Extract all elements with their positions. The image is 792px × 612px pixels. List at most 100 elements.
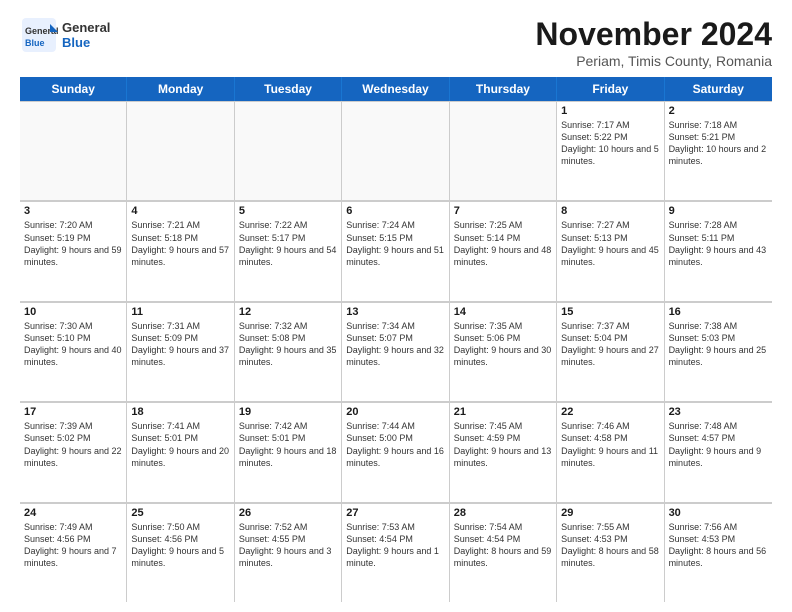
header-friday: Friday (557, 77, 664, 101)
header-monday: Monday (127, 77, 234, 101)
calendar-header: Sunday Monday Tuesday Wednesday Thursday… (20, 77, 772, 101)
location: Periam, Timis County, Romania (535, 53, 772, 69)
day-number: 7 (454, 205, 552, 217)
calendar-cell: 9 Sunrise: 7:28 AM Sunset: 5:11 PM Daylig… (665, 202, 772, 300)
calendar-body: 1 Sunrise: 7:17 AM Sunset: 5:22 PM Daylig… (20, 101, 772, 602)
day-number: 10 (24, 306, 122, 318)
day-number: 5 (239, 205, 337, 217)
day-number: 18 (131, 406, 229, 418)
calendar-cell: 24 Sunrise: 7:49 AM Sunset: 4:56 PM Dayli… (20, 504, 127, 602)
calendar-cell: 2Sunrise: 7:18 AM Sunset: 5:21 PM Daylig… (665, 102, 772, 200)
calendar-cell: 28 Sunrise: 7:54 AM Sunset: 4:54 PM Dayli… (450, 504, 557, 602)
page: General Blue General Blue November 2024 … (0, 0, 792, 612)
logo-text-area: General Blue (62, 20, 110, 50)
day-number: 9 (669, 205, 768, 217)
calendar-cell (20, 102, 127, 200)
day-info: Sunrise: 7:30 AM Sunset: 5:10 PM Dayligh… (24, 320, 122, 369)
day-info: Sunrise: 7:41 AM Sunset: 5:01 PM Dayligh… (131, 420, 229, 469)
calendar-cell: 16 Sunrise: 7:38 AM Sunset: 5:03 PM Dayli… (665, 303, 772, 401)
day-number: 15 (561, 306, 659, 318)
calendar-row-3: 10 Sunrise: 7:30 AM Sunset: 5:10 PM Dayli… (20, 302, 772, 402)
calendar-cell: 23Sunrise: 7:48 AM Sunset: 4:57 PM Dayli… (665, 403, 772, 501)
day-info: Sunrise: 7:44 AM Sunset: 5:00 PM Dayligh… (346, 420, 444, 469)
logo-icon: General Blue (20, 16, 58, 54)
header-saturday: Saturday (665, 77, 772, 101)
logo-area: General Blue General Blue (20, 16, 110, 54)
calendar-cell: 21 Sunrise: 7:45 AM Sunset: 4:59 PM Dayli… (450, 403, 557, 501)
day-number: 28 (454, 507, 552, 519)
calendar-cell: 27 Sunrise: 7:53 AM Sunset: 4:54 PM Dayli… (342, 504, 449, 602)
day-number: 4 (131, 205, 229, 217)
day-number: 29 (561, 507, 659, 519)
day-number: 24 (24, 507, 122, 519)
calendar-cell: 30Sunrise: 7:56 AM Sunset: 4:53 PM Dayli… (665, 504, 772, 602)
day-info: Sunrise: 7:46 AM Sunset: 4:58 PM Dayligh… (561, 420, 659, 469)
day-info: Sunrise: 7:53 AM Sunset: 4:54 PM Dayligh… (346, 521, 444, 570)
header-sunday: Sunday (20, 77, 127, 101)
header-thursday: Thursday (450, 77, 557, 101)
calendar-cell: 14Sunrise: 7:35 AM Sunset: 5:06 PM Dayli… (450, 303, 557, 401)
day-number: 14 (454, 306, 552, 318)
calendar-cell: 20Sunrise: 7:44 AM Sunset: 5:00 PM Dayli… (342, 403, 449, 501)
calendar-cell (235, 102, 342, 200)
logo-blue: Blue (62, 35, 90, 50)
calendar-cell: 7Sunrise: 7:25 AM Sunset: 5:14 PM Daylig… (450, 202, 557, 300)
calendar-cell: 5 Sunrise: 7:22 AM Sunset: 5:17 PM Daylig… (235, 202, 342, 300)
day-number: 17 (24, 406, 122, 418)
logo-general: General (62, 20, 110, 35)
day-number: 21 (454, 406, 552, 418)
calendar-cell (127, 102, 234, 200)
calendar-cell: 29 Sunrise: 7:55 AM Sunset: 4:53 PM Dayli… (557, 504, 664, 602)
day-number: 19 (239, 406, 337, 418)
calendar-cell: 22 Sunrise: 7:46 AM Sunset: 4:58 PM Dayli… (557, 403, 664, 501)
day-info: Sunrise: 7:39 AM Sunset: 5:02 PM Dayligh… (24, 420, 122, 469)
day-info: Sunrise: 7:54 AM Sunset: 4:54 PM Dayligh… (454, 521, 552, 570)
calendar-cell: 8Sunrise: 7:27 AM Sunset: 5:13 PM Daylig… (557, 202, 664, 300)
day-info: Sunrise: 7:56 AM Sunset: 4:53 PM Dayligh… (669, 521, 768, 570)
month-title: November 2024 (535, 16, 772, 53)
day-info: Sunrise: 7:20 AM Sunset: 5:19 PM Dayligh… (24, 219, 122, 268)
day-number: 23 (669, 406, 768, 418)
calendar-cell (342, 102, 449, 200)
day-info: Sunrise: 7:42 AM Sunset: 5:01 PM Dayligh… (239, 420, 337, 469)
calendar-row-2: 3Sunrise: 7:20 AM Sunset: 5:19 PM Daylig… (20, 201, 772, 301)
header-wednesday: Wednesday (342, 77, 449, 101)
calendar-row-5: 24 Sunrise: 7:49 AM Sunset: 4:56 PM Dayli… (20, 503, 772, 602)
calendar-cell: 11Sunrise: 7:31 AM Sunset: 5:09 PM Dayli… (127, 303, 234, 401)
header: General Blue General Blue November 2024 … (20, 16, 772, 69)
day-info: Sunrise: 7:17 AM Sunset: 5:22 PM Dayligh… (561, 119, 659, 168)
day-info: Sunrise: 7:37 AM Sunset: 5:04 PM Dayligh… (561, 320, 659, 369)
calendar-cell: 13Sunrise: 7:34 AM Sunset: 5:07 PM Dayli… (342, 303, 449, 401)
title-area: November 2024 Periam, Timis County, Roma… (535, 16, 772, 69)
day-number: 25 (131, 507, 229, 519)
day-info: Sunrise: 7:24 AM Sunset: 5:15 PM Dayligh… (346, 219, 444, 268)
calendar-cell: 3Sunrise: 7:20 AM Sunset: 5:19 PM Daylig… (20, 202, 127, 300)
day-info: Sunrise: 7:49 AM Sunset: 4:56 PM Dayligh… (24, 521, 122, 570)
svg-text:Blue: Blue (25, 38, 45, 48)
header-tuesday: Tuesday (235, 77, 342, 101)
calendar-cell: 1 Sunrise: 7:17 AM Sunset: 5:22 PM Daylig… (557, 102, 664, 200)
calendar-row-4: 17 Sunrise: 7:39 AM Sunset: 5:02 PM Dayli… (20, 402, 772, 502)
day-number: 2 (669, 105, 768, 117)
day-info: Sunrise: 7:31 AM Sunset: 5:09 PM Dayligh… (131, 320, 229, 369)
day-info: Sunrise: 7:38 AM Sunset: 5:03 PM Dayligh… (669, 320, 768, 369)
calendar: Sunday Monday Tuesday Wednesday Thursday… (20, 77, 772, 602)
day-info: Sunrise: 7:22 AM Sunset: 5:17 PM Dayligh… (239, 219, 337, 268)
calendar-cell: 18 Sunrise: 7:41 AM Sunset: 5:01 PM Dayli… (127, 403, 234, 501)
calendar-cell: 25Sunrise: 7:50 AM Sunset: 4:56 PM Dayli… (127, 504, 234, 602)
day-number: 16 (669, 306, 768, 318)
calendar-cell: 15 Sunrise: 7:37 AM Sunset: 5:04 PM Dayli… (557, 303, 664, 401)
day-number: 26 (239, 507, 337, 519)
calendar-cell (450, 102, 557, 200)
calendar-cell: 6 Sunrise: 7:24 AM Sunset: 5:15 PM Daylig… (342, 202, 449, 300)
day-info: Sunrise: 7:28 AM Sunset: 5:11 PM Dayligh… (669, 219, 768, 268)
calendar-cell: 17 Sunrise: 7:39 AM Sunset: 5:02 PM Dayli… (20, 403, 127, 501)
day-number: 1 (561, 105, 659, 117)
day-number: 6 (346, 205, 444, 217)
calendar-cell: 4Sunrise: 7:21 AM Sunset: 5:18 PM Daylig… (127, 202, 234, 300)
day-info: Sunrise: 7:45 AM Sunset: 4:59 PM Dayligh… (454, 420, 552, 469)
day-number: 22 (561, 406, 659, 418)
day-number: 27 (346, 507, 444, 519)
day-info: Sunrise: 7:55 AM Sunset: 4:53 PM Dayligh… (561, 521, 659, 570)
day-number: 13 (346, 306, 444, 318)
